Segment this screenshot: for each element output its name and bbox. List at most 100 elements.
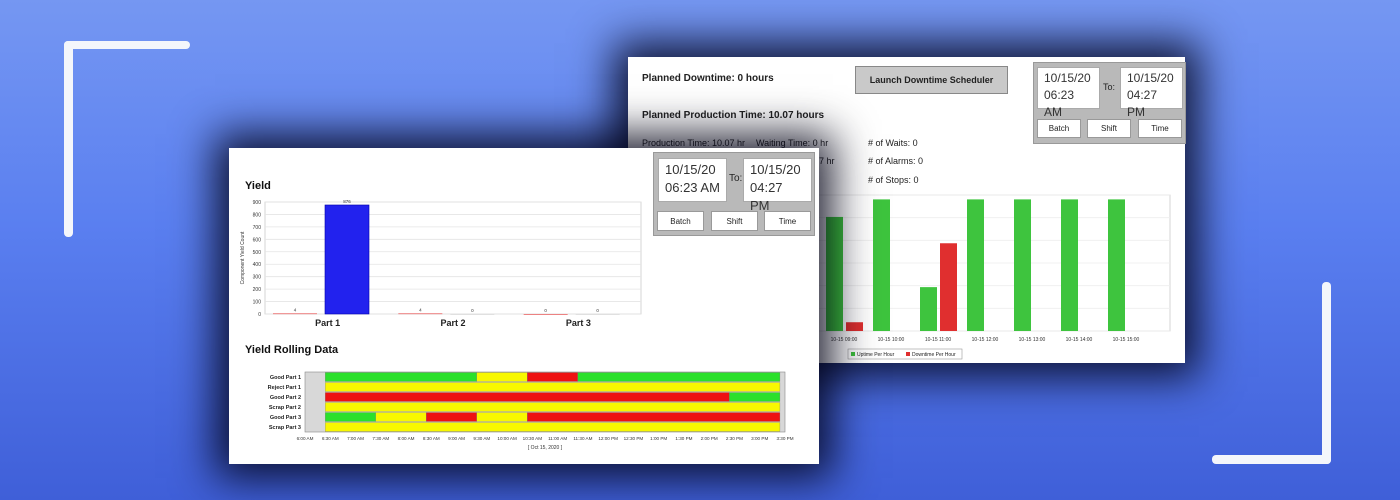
- row-label: Scrap Part 2: [269, 405, 301, 411]
- date-range-picker: 10/15/20 06:23 AM To: 10/15/20 04:27 PM …: [653, 152, 815, 236]
- waits-count-label: # of Waits: 0: [868, 138, 918, 148]
- bar-uptime: [1108, 199, 1125, 331]
- date-to-field[interactable]: 10/15/20 04:27 PM: [743, 158, 812, 213]
- row-label: Good Part 3: [270, 415, 301, 421]
- bar-uptime: [1061, 199, 1078, 331]
- x-tick-label: 7:00 AM: [347, 436, 364, 441]
- date-from-day: 10/15/20: [1044, 71, 1091, 85]
- legend-label-uptime: Uptime Per Hour: [857, 352, 895, 358]
- alarms-count-label: # of Alarms: 0: [868, 156, 924, 166]
- x-tick-label: 2:30 PM: [726, 436, 743, 441]
- x-category-label: Part 2: [440, 318, 465, 328]
- bar-uptime: [920, 287, 937, 331]
- heatmap-cell: [325, 422, 781, 432]
- bar-good: [575, 314, 620, 315]
- x-tick-label: 9:00 AM: [448, 436, 465, 441]
- x-tick-label: 12:30 PM: [624, 436, 644, 441]
- x-tick-label: 7:30 AM: [372, 436, 389, 441]
- batch-button[interactable]: Batch: [1037, 119, 1081, 138]
- heatmap-cell: [476, 412, 528, 422]
- heatmap-cell: [325, 382, 781, 392]
- bar-uptime: [873, 199, 890, 331]
- heatmap-cell: [325, 412, 376, 422]
- x-tick-label: 12:00 PM: [598, 436, 618, 441]
- y-tick-label: 800: [253, 212, 262, 218]
- x-category-label: Part 1: [315, 318, 340, 328]
- planned-production-label: Planned Production Time: 10.07 hours: [642, 110, 825, 121]
- bar-value-label: 876: [343, 199, 351, 204]
- y-tick-label: 600: [253, 237, 262, 243]
- date-from-field[interactable]: 10/15/20 06:23 AM: [1037, 67, 1100, 119]
- x-tick-label: 8:30 AM: [423, 436, 440, 441]
- row-label: Reject Part 1: [268, 385, 301, 391]
- y-tick-label: 0: [258, 312, 261, 318]
- legend-swatch-downtime: [906, 352, 910, 356]
- yield-title: Yield: [245, 180, 271, 192]
- heatmap-cell: [325, 402, 781, 412]
- y-tick-label: 500: [253, 250, 262, 256]
- x-tick-label: 10:30 AM: [523, 436, 543, 441]
- time-button[interactable]: Time: [1138, 119, 1182, 138]
- heatmap-cell: [527, 372, 578, 382]
- y-tick-label: 300: [253, 275, 262, 281]
- y-tick-label: 900: [253, 200, 262, 206]
- date-from-field[interactable]: 10/15/20 06:23 AM: [658, 158, 727, 202]
- legend-swatch-uptime: [851, 352, 855, 356]
- x-tick-label: 11:30 AM: [573, 436, 592, 441]
- bar-reject: [273, 313, 317, 315]
- planned-downtime-label: Planned Downtime: 0 hours: [642, 73, 774, 84]
- x-tick-label: 2:00 PM: [701, 436, 718, 441]
- shift-button[interactable]: Shift: [711, 211, 758, 231]
- x-tick-label: 10-15 09:00: [831, 337, 858, 343]
- shift-button[interactable]: Shift: [1087, 119, 1131, 138]
- date-from-time: 06:23 AM: [665, 180, 720, 195]
- heatmap-cell: [325, 372, 477, 382]
- stops-count-label: # of Stops: 0: [868, 175, 919, 185]
- x-tick-label: 10-15 10:00: [878, 337, 905, 343]
- x-axis-label: [ Oct 15, 2020 ]: [528, 445, 563, 451]
- date-from-time: 06:23 AM: [1044, 88, 1075, 119]
- x-tick-label: 6:00 AM: [297, 436, 314, 441]
- to-label: To:: [729, 173, 743, 184]
- date-to-time: 04:27 PM: [750, 180, 783, 213]
- x-tick-label: 3:30 PM: [776, 436, 793, 441]
- time-button[interactable]: Time: [764, 211, 811, 231]
- x-tick-label: 10-15 12:00: [972, 337, 999, 343]
- x-tick-label: 11:00 AM: [548, 436, 567, 441]
- y-tick-label: 700: [253, 225, 262, 231]
- to-label: To:: [1103, 82, 1116, 92]
- uptime-downtime-chart: 10-15 09:00 10-15 10:00 10-15 11:00 10-15 1…: [813, 194, 1171, 360]
- x-tick-label: 9:30 AM: [473, 436, 490, 441]
- yield-rolling-chart: Good Part 1 Reject Part 1 Good Part 2 Scrap…: [268, 371, 794, 451]
- waiting-time-label: Waiting Time: 0 hr: [756, 138, 829, 148]
- x-category-label: Part 3: [566, 318, 591, 328]
- heatmap-cell: [527, 412, 781, 422]
- bar-good: [324, 204, 370, 315]
- x-tick-label: 10:00 AM: [497, 436, 517, 441]
- bar-good: [450, 314, 495, 315]
- batch-button[interactable]: Batch: [657, 211, 704, 231]
- heatmap-cell: [375, 412, 427, 422]
- y-tick-label: 400: [253, 262, 262, 268]
- launch-downtime-scheduler-button[interactable]: Launch Downtime Scheduler: [855, 66, 1008, 94]
- x-tick-label: 3:00 PM: [751, 436, 768, 441]
- row-label: Scrap Part 3: [269, 425, 301, 431]
- x-tick-label: 8:00 AM: [398, 436, 415, 441]
- x-tick-label: 10-15 13:00: [1019, 337, 1046, 343]
- plot-area: [264, 201, 642, 315]
- heatmap-cell: [325, 392, 730, 402]
- heatmap-cell: [577, 372, 781, 382]
- y-tick-label: 100: [253, 300, 262, 306]
- x-tick-label: 1:30 PM: [675, 436, 692, 441]
- date-to-field[interactable]: 10/15/20 04:27 PM: [1120, 67, 1183, 119]
- corner-bracket-bottom-right: [1212, 455, 1331, 464]
- row-label: Good Part 2: [270, 395, 301, 401]
- yield-bar-chart: 0 100 200 300 400 500 600 700 800 900 Component Yi…: [240, 199, 642, 328]
- corner-bracket-top-left: [64, 41, 190, 49]
- production-time-label: Production Time: 10.07 hr: [642, 138, 746, 148]
- x-tick-label: 1:00 PM: [650, 436, 667, 441]
- date-from-day: 10/15/20: [665, 162, 716, 177]
- bar-reject: [398, 313, 443, 315]
- x-tick-label: 10-15 14:00: [1066, 337, 1093, 343]
- bar-downtime: [846, 322, 863, 331]
